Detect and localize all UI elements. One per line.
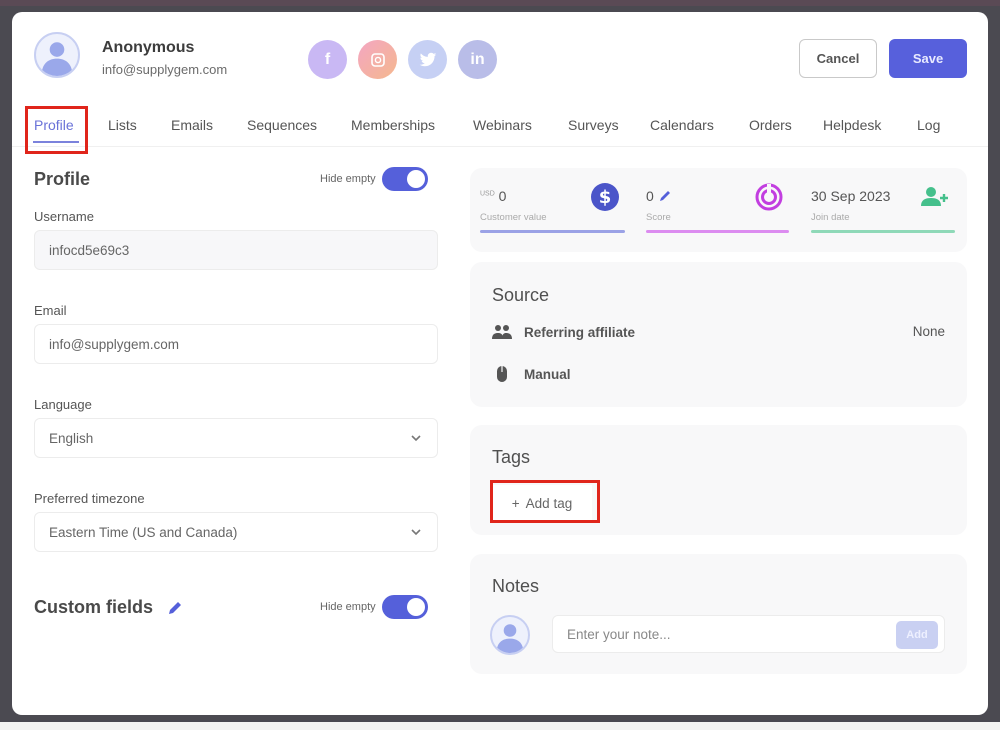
highlight-box-add-tag — [490, 480, 600, 523]
language-label: Language — [34, 397, 92, 412]
note-author-avatar — [490, 615, 530, 655]
stats-card: USD 0 Customer value $ 0 Score 30 Sep 20… — [470, 168, 967, 252]
source-title: Source — [492, 285, 550, 305]
custom-fields-hide-empty-toggle[interactable] — [381, 595, 428, 619]
twitter-icon[interactable] — [408, 40, 447, 79]
edit-score-icon[interactable] — [658, 190, 672, 202]
facebook-icon[interactable]: f — [308, 40, 347, 79]
tab-orders[interactable]: Orders — [749, 117, 792, 133]
people-icon — [492, 325, 512, 339]
profile-hide-empty-toggle[interactable] — [381, 167, 428, 191]
contact-profile-modal: Anonymous info@supplygem.com f in Cancel… — [12, 12, 988, 715]
toggle-knob — [406, 598, 425, 616]
custom-fields-title: Custom fields — [34, 597, 154, 617]
tab-emails[interactable]: Emails — [171, 117, 213, 133]
language-select[interactable]: English — [34, 418, 438, 458]
affiliate-label: Referring affiliate — [524, 324, 636, 340]
customer-value-label: Customer value — [480, 212, 547, 223]
tags-title: Tags — [492, 447, 531, 467]
user-silhouette-icon — [496, 624, 524, 653]
currency-label: USD — [480, 190, 495, 198]
source-row-manual: Manual — [492, 365, 571, 383]
join-date-bar — [811, 230, 955, 233]
mouse-icon — [497, 366, 507, 382]
timezone-label: Preferred timezone — [34, 491, 145, 506]
tab-bar: Profile Lists Emails Sequences Membershi… — [12, 107, 988, 147]
user-silhouette-icon — [41, 42, 73, 76]
score-bar — [646, 230, 789, 233]
toggle-knob — [406, 170, 425, 188]
profile-section-title: Profile — [34, 169, 91, 189]
note-input[interactable]: Enter your note... Add — [552, 615, 945, 653]
add-note-button[interactable]: Add — [896, 621, 938, 649]
username-field[interactable]: infocd5e69c3 — [34, 230, 438, 270]
contact-avatar — [34, 32, 80, 78]
join-date-value: 30 Sep 2023 — [811, 188, 891, 204]
hide-empty-label: Hide empty — [320, 173, 376, 185]
user-plus-icon — [921, 187, 948, 206]
tab-memberships[interactable]: Memberships — [351, 117, 435, 133]
dollar-icon: $ — [591, 183, 619, 211]
hide-empty-label: Hide empty — [320, 601, 376, 613]
customer-value: 0 — [498, 188, 507, 204]
timezone-value: Eastern Time (US and Canada) — [49, 524, 238, 540]
notes-title: Notes — [492, 576, 540, 596]
tab-log[interactable]: Log — [917, 117, 940, 133]
join-date-label: Join date — [811, 212, 850, 223]
contact-name: Anonymous — [102, 39, 195, 56]
chevron-down-icon — [411, 435, 421, 442]
affiliate-value: None — [912, 324, 945, 339]
tab-webinars[interactable]: Webinars — [473, 117, 532, 133]
linkedin-icon[interactable]: in — [458, 40, 497, 79]
manual-label: Manual — [524, 366, 571, 382]
email-label: Email — [34, 303, 67, 318]
note-placeholder: Enter your note... — [567, 626, 671, 642]
customer-value-bar — [480, 230, 625, 233]
svg-text:$: $ — [599, 187, 612, 208]
target-icon — [755, 183, 783, 211]
chevron-down-icon — [411, 529, 421, 536]
score-label: Score — [646, 212, 671, 223]
contact-email: info@supplygem.com — [102, 62, 228, 77]
custom-fields-hide-empty: Hide empty — [320, 595, 428, 619]
window-bottom-edge — [0, 722, 1000, 730]
instagram-icon[interactable] — [358, 40, 397, 79]
language-value: English — [49, 430, 94, 446]
username-label: Username — [34, 209, 94, 224]
edit-pencil-icon[interactable] — [165, 598, 185, 618]
timezone-select[interactable]: Eastern Time (US and Canada) — [34, 512, 438, 552]
source-card: Source Referring affiliate None Manual — [470, 262, 967, 407]
tab-helpdesk[interactable]: Helpdesk — [823, 117, 881, 133]
cancel-button[interactable]: Cancel — [799, 39, 877, 78]
score-value: 0 — [646, 188, 654, 204]
tab-calendars[interactable]: Calendars — [650, 117, 714, 133]
window-top-edge — [0, 0, 1000, 6]
save-button[interactable]: Save — [889, 39, 967, 78]
profile-hide-empty: Hide empty — [320, 167, 428, 191]
notes-card: Notes Enter your note... Add — [470, 554, 967, 674]
social-links: f in — [308, 40, 497, 79]
highlight-box-profile-tab — [25, 106, 88, 154]
source-row-affiliate: Referring affiliate — [492, 323, 635, 341]
tab-surveys[interactable]: Surveys — [568, 117, 619, 133]
tab-sequences[interactable]: Sequences — [247, 117, 317, 133]
email-field[interactable]: info@supplygem.com — [34, 324, 438, 364]
tab-lists[interactable]: Lists — [108, 117, 137, 133]
